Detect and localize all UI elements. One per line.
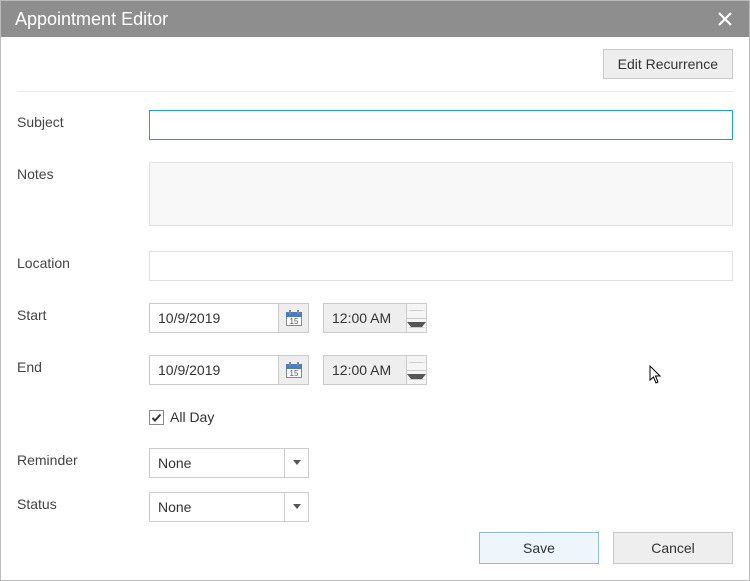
- notes-label: Notes: [17, 162, 149, 182]
- reminder-value: None: [150, 449, 284, 477]
- start-date-value: 10/9/2019: [150, 304, 278, 332]
- end-field-wrap: 10/9/2019 15: [149, 355, 733, 385]
- start-time-picker[interactable]: 12:00 AM: [323, 303, 427, 333]
- dialog-footer: Save Cancel: [479, 532, 733, 564]
- subject-label: Subject: [17, 110, 149, 130]
- start-time-up-button[interactable]: [407, 304, 426, 319]
- end-time-picker[interactable]: 12:00 AM: [323, 355, 427, 385]
- end-label: End: [17, 355, 149, 375]
- start-date-calendar-button[interactable]: 15: [278, 304, 308, 332]
- subject-row: Subject: [17, 110, 733, 140]
- chevron-down-icon: [293, 460, 301, 465]
- location-label: Location: [17, 251, 149, 271]
- end-time-down-button[interactable]: [407, 371, 426, 385]
- calendar-icon: 15: [285, 361, 303, 379]
- status-combobox[interactable]: None: [149, 492, 309, 522]
- dialog-body: Edit Recurrence Subject Notes Location: [1, 37, 749, 560]
- start-time-value: 12:00 AM: [324, 304, 406, 332]
- allday-checkbox[interactable]: [149, 410, 164, 425]
- appointment-editor-dialog: Appointment Editor Edit Recurrence Subje…: [0, 0, 750, 581]
- notes-row: Notes: [17, 162, 733, 229]
- end-date-calendar-button[interactable]: 15: [278, 356, 308, 384]
- end-time-up-button[interactable]: [407, 356, 426, 371]
- cancel-button[interactable]: Cancel: [613, 532, 733, 564]
- svg-text:15: 15: [289, 317, 298, 326]
- notes-field-wrap: [149, 162, 733, 229]
- allday-field-wrap: All Day: [149, 407, 733, 426]
- save-button[interactable]: Save: [479, 532, 599, 564]
- reminder-combobox[interactable]: None: [149, 448, 309, 478]
- subject-input[interactable]: [149, 110, 733, 140]
- status-dropdown-button[interactable]: [284, 493, 308, 521]
- location-row: Location: [17, 251, 733, 281]
- subject-field-wrap: [149, 110, 733, 140]
- location-input[interactable]: [149, 251, 733, 281]
- start-time-down-button[interactable]: [407, 319, 426, 333]
- chevron-down-icon: [407, 374, 426, 380]
- end-time-spinner: [406, 356, 426, 384]
- chevron-up-icon: [407, 310, 426, 311]
- status-label: Status: [17, 492, 149, 512]
- chevron-down-icon: [293, 504, 301, 509]
- end-row: End 10/9/2019 15: [17, 355, 733, 385]
- status-field-wrap: None: [149, 492, 733, 522]
- svg-text:15: 15: [289, 369, 298, 378]
- close-icon: [718, 12, 732, 26]
- reminder-row: Reminder None: [17, 448, 733, 478]
- allday-text: All Day: [170, 409, 214, 425]
- reminder-dropdown-button[interactable]: [284, 449, 308, 477]
- edit-recurrence-button[interactable]: Edit Recurrence: [603, 49, 733, 79]
- form: Subject Notes Location: [17, 92, 733, 522]
- calendar-icon: 15: [285, 309, 303, 327]
- status-row: Status None: [17, 492, 733, 522]
- location-field-wrap: [149, 251, 733, 281]
- title-bar: Appointment Editor: [1, 1, 749, 37]
- start-time-spinner: [406, 304, 426, 332]
- start-label: Start: [17, 303, 149, 323]
- allday-row: All Day: [17, 407, 733, 426]
- close-button[interactable]: [711, 5, 739, 33]
- start-date-picker[interactable]: 10/9/2019 15: [149, 303, 309, 333]
- reminder-label: Reminder: [17, 448, 149, 468]
- allday-spacer: [17, 407, 149, 411]
- reminder-field-wrap: None: [149, 448, 733, 478]
- end-date-picker[interactable]: 10/9/2019 15: [149, 355, 309, 385]
- allday-checkbox-label[interactable]: All Day: [149, 407, 214, 425]
- window-title: Appointment Editor: [15, 9, 711, 30]
- check-icon: [151, 412, 162, 423]
- chevron-up-icon: [407, 362, 426, 363]
- start-field-wrap: 10/9/2019 15: [149, 303, 733, 333]
- toolbar: Edit Recurrence: [17, 37, 733, 92]
- status-value: None: [150, 493, 284, 521]
- start-row: Start 10/9/2019 15: [17, 303, 733, 333]
- end-time-value: 12:00 AM: [324, 356, 406, 384]
- end-date-value: 10/9/2019: [150, 356, 278, 384]
- chevron-down-icon: [407, 322, 426, 328]
- notes-input[interactable]: [149, 162, 733, 226]
